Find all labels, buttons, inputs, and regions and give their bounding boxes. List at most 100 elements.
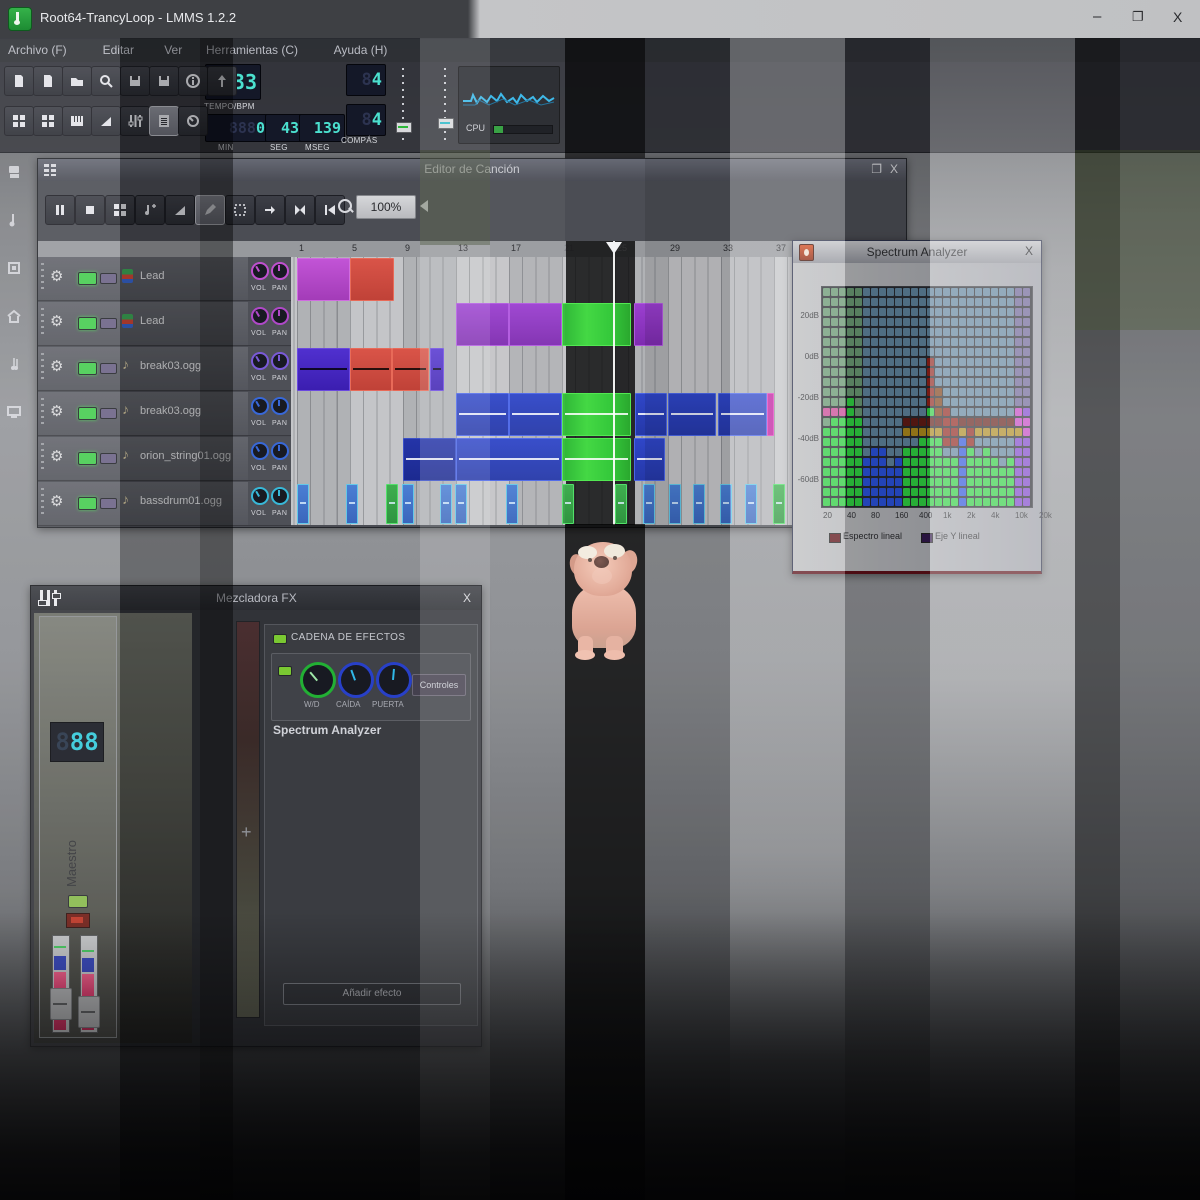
sidebar-computer-button[interactable]	[2, 400, 26, 424]
track-mute-led[interactable]	[78, 362, 97, 375]
controller-rack-button[interactable]	[178, 106, 208, 136]
sample-segment[interactable]	[693, 484, 705, 524]
spectrum-close-icon[interactable]: X	[1025, 244, 1033, 258]
pattern-segment[interactable]	[456, 438, 562, 481]
track-name[interactable]: break03.ogg	[140, 405, 201, 417]
track-mute-led[interactable]	[78, 407, 97, 420]
track-grip[interactable]	[41, 443, 44, 473]
sample-segment[interactable]	[402, 484, 414, 524]
new-from-template-button[interactable]	[33, 66, 63, 96]
track-header-break03-ogg[interactable]: ⚙♪break03.ogg	[38, 347, 248, 391]
vu-meter-left[interactable]	[52, 935, 70, 1033]
play-button[interactable]	[45, 195, 75, 225]
track-solo-led[interactable]	[100, 408, 117, 419]
sample-segment[interactable]	[440, 484, 452, 524]
pattern-segment[interactable]	[403, 438, 456, 481]
chain-enable-led[interactable]	[273, 634, 287, 644]
save-as-button[interactable]	[149, 66, 179, 96]
sidebar-samples-button[interactable]	[2, 208, 26, 232]
export-project-button[interactable]	[207, 66, 237, 96]
pattern-segment[interactable]	[668, 393, 716, 436]
song-editor-close-icon[interactable]: X	[890, 162, 898, 176]
track-mute-led[interactable]	[78, 452, 97, 465]
signature-bottom-display[interactable]: 84	[346, 104, 386, 136]
track-header-bassdrum01-ogg[interactable]: ⚙♪bassdrum01.ogg	[38, 482, 248, 526]
new-project-button[interactable]	[4, 66, 34, 96]
track-grip[interactable]	[41, 398, 44, 428]
pattern-segment[interactable]	[634, 438, 666, 481]
pattern-segment[interactable]	[350, 258, 394, 301]
sample-segment[interactable]	[562, 484, 574, 524]
sample-segment[interactable]	[455, 484, 467, 524]
sidebar-favorites-button[interactable]	[2, 352, 26, 376]
minimize-button[interactable]: –	[1093, 8, 1101, 25]
track-header-orion_string01-ogg[interactable]: ⚙♪orion_string01.ogg	[38, 437, 248, 481]
track-mute-led[interactable]	[78, 272, 97, 285]
song-editor-button[interactable]	[4, 106, 34, 136]
master-channel-strip[interactable]: 888 Maestro	[39, 616, 117, 1038]
pattern-segment[interactable]	[456, 303, 509, 346]
pan-knob[interactable]	[271, 352, 289, 370]
sample-segment[interactable]	[615, 484, 627, 524]
bounce-button[interactable]	[285, 195, 315, 225]
pattern-segment[interactable]	[392, 348, 429, 391]
restore-button[interactable]: ❐	[1132, 9, 1144, 25]
track-header-Lead[interactable]: ⚙ Lead	[38, 302, 248, 346]
track-mute-led[interactable]	[78, 317, 97, 330]
track-solo-led[interactable]	[100, 498, 117, 509]
master-volume-slider[interactable]	[396, 68, 410, 140]
legend-led[interactable]	[921, 533, 933, 543]
track-grip[interactable]	[41, 263, 44, 293]
effect-enable-led[interactable]	[278, 666, 292, 676]
stop-button[interactable]	[75, 195, 105, 225]
add-effect-button[interactable]: Añadir efecto	[283, 983, 461, 1005]
track-name[interactable]: orion_string01.ogg	[140, 450, 231, 462]
fx-mixer-button[interactable]	[120, 106, 150, 136]
sample-segment[interactable]	[669, 484, 681, 524]
menu-ver[interactable]: Ver	[164, 43, 182, 57]
pan-knob[interactable]	[271, 397, 289, 415]
gate-knob[interactable]	[376, 662, 412, 698]
volume-knob[interactable]	[251, 352, 269, 370]
pattern-segment[interactable]	[562, 438, 631, 481]
track-grip[interactable]	[41, 308, 44, 338]
add-bb-track-button[interactable]	[105, 195, 135, 225]
track-grip[interactable]	[41, 488, 44, 518]
pattern-segment[interactable]	[767, 393, 774, 436]
pattern-segment[interactable]	[350, 348, 392, 391]
track-name[interactable]: Lead	[140, 270, 164, 282]
decay-knob[interactable]	[338, 662, 374, 698]
volume-knob[interactable]	[251, 442, 269, 460]
pan-knob[interactable]	[271, 487, 289, 505]
track-solo-led[interactable]	[100, 453, 117, 464]
pan-knob[interactable]	[271, 442, 289, 460]
sample-segment[interactable]	[297, 484, 309, 524]
sample-segment[interactable]	[506, 484, 518, 524]
master-record-led[interactable]	[66, 913, 90, 928]
zoom-level-display[interactable]: 100%	[356, 195, 416, 219]
legend-led[interactable]	[829, 533, 841, 543]
volume-knob[interactable]	[251, 487, 269, 505]
sample-segment[interactable]	[346, 484, 358, 524]
automation-editor-button[interactable]	[91, 106, 121, 136]
sidebar-presets-button[interactable]	[2, 256, 26, 280]
sidebar-instruments-button[interactable]	[2, 160, 26, 184]
pattern-segment[interactable]	[509, 393, 562, 436]
track-gear-icon[interactable]: ⚙	[50, 312, 68, 330]
menu-archivo[interactable]: Archivo (F)	[8, 43, 67, 57]
signature-top-display[interactable]: 84	[346, 64, 386, 96]
track-name[interactable]: Lead	[140, 315, 164, 327]
controls-button[interactable]: Controles	[412, 674, 466, 696]
pan-knob[interactable]	[271, 307, 289, 325]
song-editor-titlebar[interactable]: Editor de Canción ❐ X	[38, 159, 906, 181]
pattern-segment[interactable]	[718, 393, 767, 436]
volume-knob[interactable]	[251, 307, 269, 325]
menu-editar[interactable]: Editar	[103, 43, 134, 57]
pan-knob[interactable]	[271, 262, 289, 280]
track-gear-icon[interactable]: ⚙	[50, 402, 68, 420]
track-gear-icon[interactable]: ⚙	[50, 357, 68, 375]
track-gear-icon[interactable]: ⚙	[50, 267, 68, 285]
track-solo-led[interactable]	[100, 318, 117, 329]
playhead-marker[interactable]	[606, 242, 622, 254]
track-grip[interactable]	[41, 353, 44, 383]
